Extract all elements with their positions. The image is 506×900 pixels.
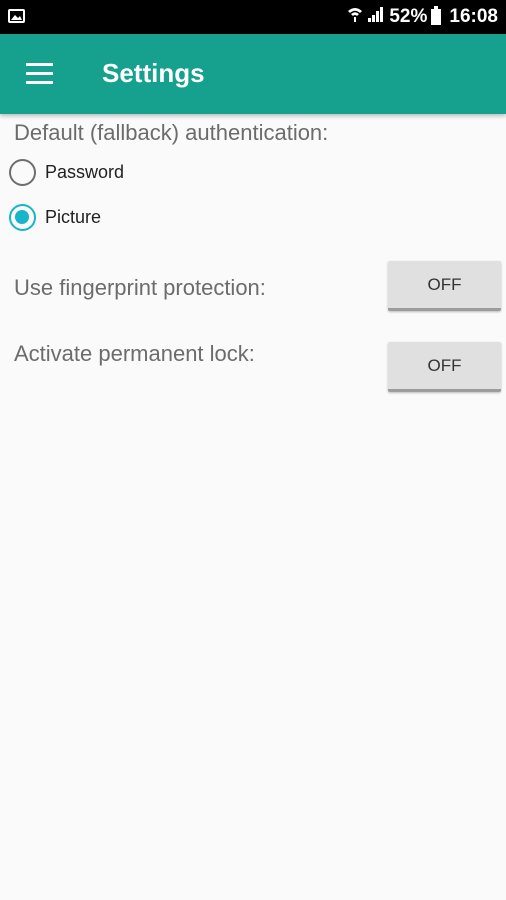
page-title: Settings <box>102 58 205 88</box>
permanent-lock-label: Activate permanent lock: <box>14 341 255 366</box>
radio-password[interactable]: Password <box>9 157 124 187</box>
app-bar: Settings <box>0 34 506 114</box>
status-bar: 52% 16:08 <box>0 0 506 34</box>
radio-picture[interactable]: Picture <box>9 202 101 232</box>
radio-button-checked[interactable] <box>9 203 36 231</box>
radio-label-picture: Picture <box>45 206 102 227</box>
clock: 16:08 <box>449 6 498 27</box>
signal-icon <box>367 6 385 28</box>
permanent-lock-toggle-button[interactable]: OFF <box>388 342 501 392</box>
gallery-icon <box>8 9 25 23</box>
status-indicators: 52% 16:08 <box>347 0 498 34</box>
auth-section-label: Default (fallback) authentication: <box>14 120 329 145</box>
battery-percent: 52% <box>389 6 428 27</box>
radio-label-password: Password <box>45 161 125 182</box>
battery-icon <box>431 6 442 25</box>
fingerprint-label: Use fingerprint protection: <box>14 275 266 300</box>
hamburger-menu-icon[interactable] <box>26 63 53 84</box>
radio-button[interactable] <box>9 158 36 186</box>
fingerprint-toggle-button[interactable]: OFF <box>388 261 501 311</box>
wifi-icon <box>347 6 363 28</box>
